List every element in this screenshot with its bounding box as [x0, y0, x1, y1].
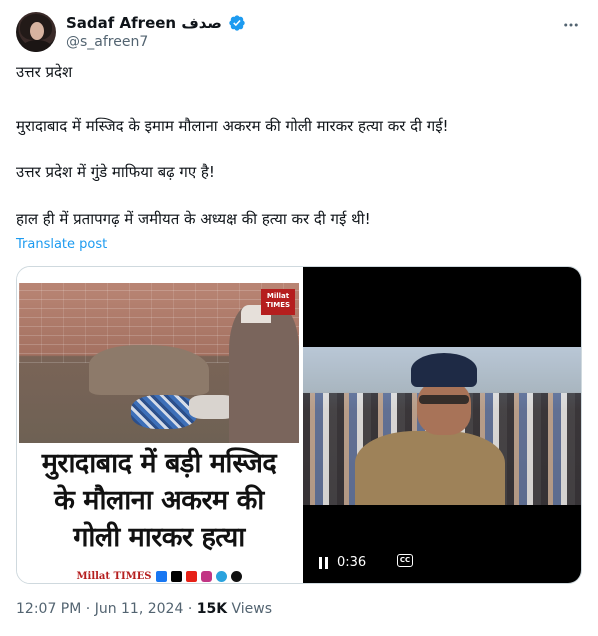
translate-post-link[interactable]: Translate post [16, 237, 107, 252]
brand-bar: Millat TIMES [17, 567, 301, 583]
tweet-paragraph: उत्तर प्रदेश [16, 63, 73, 81]
media-grid: Millat TIMES मुरादाबाद में बड़ी मस्जिद क… [16, 266, 582, 584]
pause-icon[interactable] [319, 556, 329, 569]
post-time[interactable]: 12:07 PM [16, 601, 81, 617]
video-frame[interactable] [303, 347, 581, 505]
telegram-icon [215, 570, 227, 582]
views-label: Views [231, 601, 273, 617]
whatsapp-icon [230, 570, 242, 582]
post-date[interactable]: Jun 11, 2024 [95, 601, 184, 617]
instagram-icon [200, 570, 212, 582]
youtube-icon [185, 570, 197, 582]
news-headline: मुरादाबाद में बड़ी मस्जिद के मौलाना अकरम… [21, 445, 297, 557]
video-player[interactable]: 0:36 CC [303, 267, 581, 583]
headline-line: मुरादाबाद में बड़ी मस्जिद [41, 448, 277, 479]
facebook-icon [155, 570, 167, 582]
x-icon [170, 570, 182, 582]
headline-line: गोली मारकर हत्या [73, 522, 245, 553]
millat-times-logo: Millat TIMES [261, 289, 295, 315]
news-image[interactable]: Millat TIMES मुरादाबाद में बड़ी मस्जिद क… [17, 267, 301, 583]
avatar[interactable] [16, 12, 56, 52]
brand-name: Millat TIMES [76, 570, 152, 582]
views-count: 15K [196, 601, 228, 617]
officer-figure [355, 353, 505, 505]
captions-icon[interactable]: CC [397, 554, 413, 567]
verified-badge-icon [229, 15, 245, 31]
tweet-paragraph: उत्तर प्रदेश में गुंडे माफिया बढ़ गए है! [16, 163, 215, 181]
display-name[interactable]: Sadaf Afreen صدف [66, 14, 222, 32]
video-controls: 0:36 [319, 555, 366, 570]
tweet-paragraph: मुरादाबाद में मस्जिद के इमाम मौलाना अकरम… [16, 117, 449, 135]
tweet-footer: 12:07 PM · Jun 11, 2024 · 15K Views [16, 601, 272, 617]
news-photo: Millat TIMES [19, 283, 299, 443]
video-time: 0:36 [337, 555, 367, 570]
user-handle[interactable]: @s_afreen7 [66, 34, 148, 50]
tweet-paragraph: हाल ही में प्रतापगढ़ में जमीयत के अध्यक्… [16, 210, 371, 228]
more-options-icon[interactable] [560, 14, 582, 36]
name-row: Sadaf Afreen صدف [66, 13, 246, 33]
separator: · [187, 601, 193, 617]
headline-line: के मौलाना अकरम की [54, 485, 264, 516]
tweet-header: Sadaf Afreen صدف @s_afreen7 [16, 12, 582, 56]
separator: · [85, 601, 91, 617]
